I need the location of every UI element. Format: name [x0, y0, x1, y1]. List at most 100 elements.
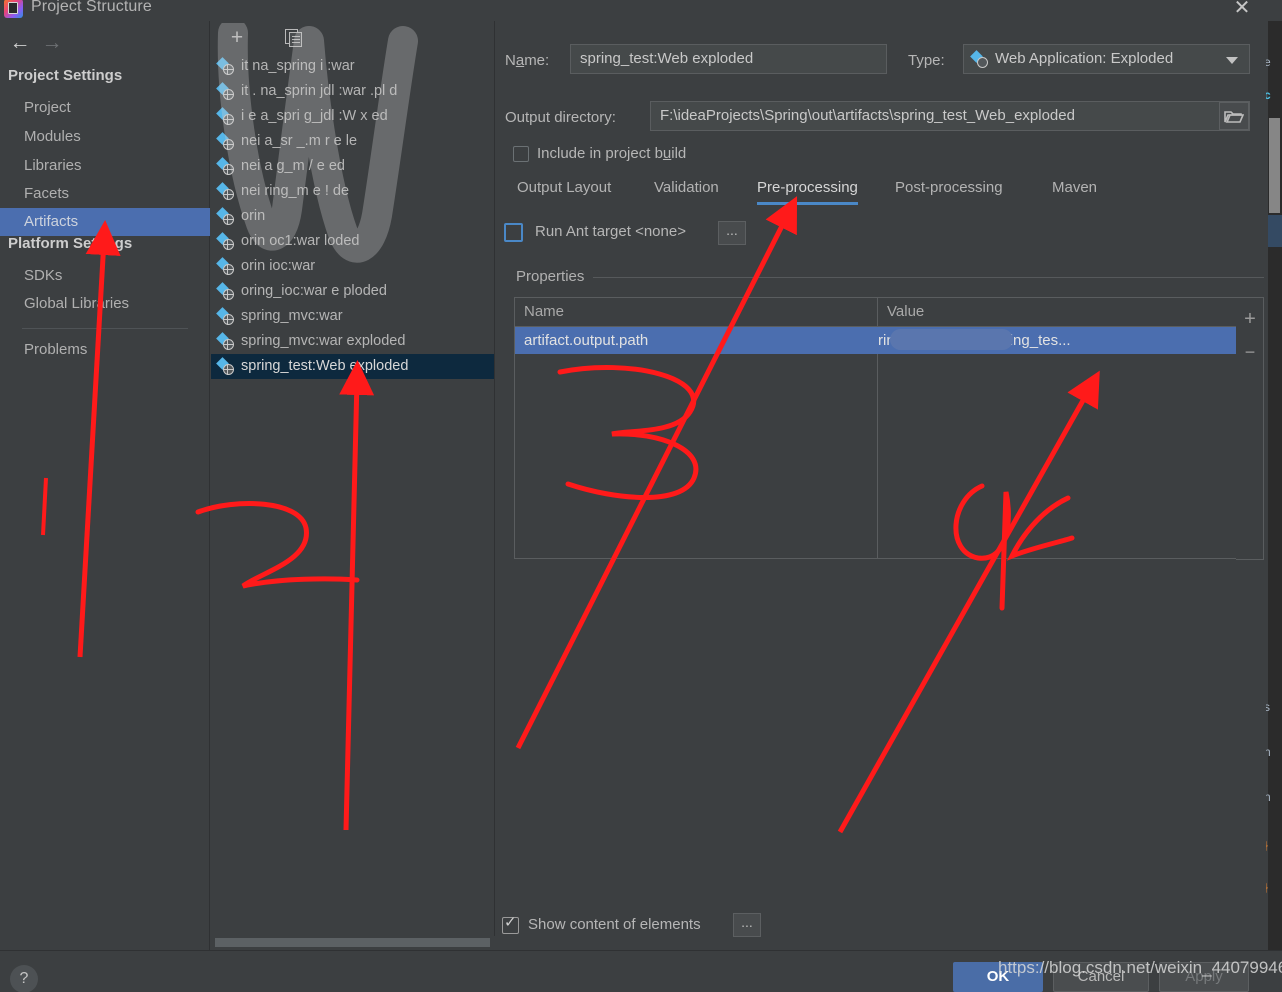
tab-pre-processing[interactable]: Pre-processing	[757, 175, 858, 205]
output-directory-input[interactable]: F:\ideaProjects\Spring\out\artifacts\spr…	[650, 101, 1250, 131]
show-content-of-elements-checkbox[interactable]	[502, 914, 519, 934]
artifact-list-item[interactable]: it . na_sprin jdl :war .pl d	[211, 79, 494, 104]
sidebar-item-libraries[interactable]: Libraries	[0, 152, 210, 180]
artifact-list-item-label: spring_test:Web exploded	[241, 358, 409, 374]
artifact-list-item[interactable]: orin ioc:war	[211, 254, 494, 279]
output-directory-label: Output directory:	[505, 109, 616, 126]
table-row[interactable]: artifact.output.path ring/out/artifacts/…	[515, 327, 1263, 354]
background-code-token: c	[1264, 88, 1271, 102]
artifact-list-item-label: nei ring_m e ! de	[241, 183, 350, 199]
show-content-of-elements-label: Show content of elements	[528, 916, 701, 933]
sidebar-item-project[interactable]: Project	[0, 94, 210, 122]
run-ant-target-browse-button[interactable]: ...	[718, 221, 746, 245]
close-icon[interactable]: ✕	[1228, 0, 1256, 22]
show-content-browse-button[interactable]: ...	[733, 913, 761, 937]
artifact-list-item[interactable]: i e a_spri g_jdl :W x ed	[211, 104, 494, 129]
artifact-list-item[interactable]: nei a g_m / e ed	[211, 154, 494, 179]
web-artifact-icon	[216, 107, 236, 126]
artifact-list-item-label: orin ioc:war	[241, 258, 316, 274]
artifact-list-item-label: it na_spring i :war	[241, 58, 355, 74]
tab-output-layout[interactable]: Output Layout	[517, 175, 611, 205]
web-artifact-icon	[216, 282, 236, 301]
web-artifact-icon	[216, 182, 236, 201]
background-code-token: }	[1264, 838, 1269, 852]
background-code-token: n	[1264, 790, 1271, 804]
web-artifact-icon	[216, 82, 236, 101]
property-name-cell: artifact.output.path	[524, 332, 649, 349]
forward-arrow-icon[interactable]: →	[38, 29, 66, 57]
web-artifact-icon	[216, 307, 236, 326]
include-in-project-build-checkbox[interactable]	[513, 146, 529, 162]
web-artifact-icon	[216, 57, 236, 76]
background-code-token: e	[1264, 55, 1271, 69]
artifact-list-item[interactable]: nei ring_m e ! de	[211, 179, 494, 204]
artifact-list-item-label: spring_mvc:war	[241, 308, 343, 324]
add-artifact-button[interactable]: +	[225, 27, 249, 49]
web-artifact-icon	[216, 357, 236, 376]
back-arrow-icon[interactable]: ←	[6, 29, 34, 57]
navigation-arrows: ← →	[6, 29, 96, 57]
tab-post-processing[interactable]: Post-processing	[895, 175, 1003, 205]
column-header-value[interactable]: Value	[878, 298, 924, 326]
web-artifact-icon	[216, 332, 236, 351]
sidebar-section-platform-settings: Platform Settings	[8, 235, 133, 252]
copy-artifact-icon[interactable]	[281, 27, 305, 49]
artifact-list-item[interactable]: it na_spring i :war	[211, 54, 494, 79]
artifact-list-item[interactable]: orin oc1:war loded	[211, 229, 494, 254]
artifact-type-select[interactable]: Web Application: Exploded	[963, 44, 1250, 74]
sidebar-item-global-libraries[interactable]: Global Libraries	[0, 290, 210, 318]
name-label: Name:	[505, 52, 550, 69]
artifact-list-item[interactable]: nei a_sr _.m r e le	[211, 129, 494, 154]
chevron-down-icon[interactable]	[1226, 57, 1238, 64]
artifact-name-input[interactable]: spring_test:Web exploded	[570, 44, 887, 74]
properties-group-label: Properties	[516, 268, 585, 285]
folder-icon[interactable]	[1219, 102, 1249, 130]
tab-maven[interactable]: Maven	[1052, 175, 1097, 205]
sidebar-item-modules[interactable]: Modules	[0, 123, 210, 151]
artifact-list-item-label: nei a g_m / e ed	[241, 158, 345, 174]
sidebar-item-facets[interactable]: Facets	[0, 180, 210, 208]
background-scrollbar	[1269, 118, 1280, 213]
column-header-name[interactable]: Name	[515, 298, 564, 326]
background-code-token: }	[1264, 880, 1269, 894]
dialog-title: Project Structure	[31, 0, 152, 15]
properties-table-buttons: + −	[1236, 297, 1264, 560]
artifacts-list-panel: + it na_spring i :war it . na_sprin jdl :…	[211, 21, 495, 950]
add-property-button[interactable]: +	[1240, 309, 1260, 329]
type-label: Type:	[908, 52, 945, 69]
settings-sidebar: ← → Project Settings Project Modules Lib…	[0, 21, 210, 950]
properties-group-line	[593, 277, 1264, 278]
web-artifact-icon	[216, 157, 236, 176]
background-code-token: n	[1264, 745, 1271, 759]
background-code-token: s	[1264, 700, 1270, 714]
web-artifact-icon	[970, 50, 990, 69]
web-artifact-icon	[216, 207, 236, 226]
remove-property-button[interactable]: −	[1240, 342, 1260, 362]
artifact-editor-panel: Name: spring_test:Web exploded Type: Web…	[496, 21, 1266, 950]
dialog-titlebar: Project Structure ✕	[0, 0, 1282, 21]
artifact-list-item[interactable]: orin	[211, 204, 494, 229]
artifact-list-item-label: it . na_sprin jdl :war .pl d	[241, 83, 398, 99]
watermark-url: https://blog.csdn.net/weixin_44079946	[998, 958, 1282, 977]
artifact-list-item[interactable]: spring_test:Web exploded	[211, 354, 494, 379]
sidebar-item-problems[interactable]: Problems	[0, 336, 210, 364]
sidebar-item-sdks[interactable]: SDKs	[0, 262, 210, 290]
web-artifact-icon	[216, 257, 236, 276]
artifact-list-item[interactable]: spring_mvc:war exploded	[211, 329, 494, 354]
properties-table[interactable]: Name Value artifact.output.path ring/out…	[514, 297, 1264, 560]
run-ant-target-checkbox[interactable]	[504, 223, 523, 242]
help-icon[interactable]: ?	[10, 965, 38, 992]
artifact-list-item-label: orin	[241, 208, 266, 224]
artifact-list-item-label: i e a_spri g_jdl :W x ed	[241, 108, 388, 124]
artifact-list-item-label: oring_ioc:war e ploded	[241, 283, 387, 299]
artifact-list-item[interactable]: spring_mvc:war	[211, 304, 494, 329]
artifact-list-item[interactable]: oring_ioc:war e ploded	[211, 279, 494, 304]
artifacts-horizontal-scrollbar[interactable]	[211, 936, 495, 950]
web-artifact-icon	[216, 132, 236, 151]
sidebar-item-artifacts[interactable]: Artifacts	[0, 208, 210, 236]
tab-validation[interactable]: Validation	[654, 175, 719, 205]
artifact-type-value: Web Application: Exploded	[995, 50, 1174, 67]
artifact-list-item-label: nei a_sr _.m r e le	[241, 133, 358, 149]
include-in-project-build-label: Include in project build	[537, 145, 687, 162]
artifacts-list[interactable]: it na_spring i :war it . na_sprin jdl :wa…	[211, 54, 494, 925]
